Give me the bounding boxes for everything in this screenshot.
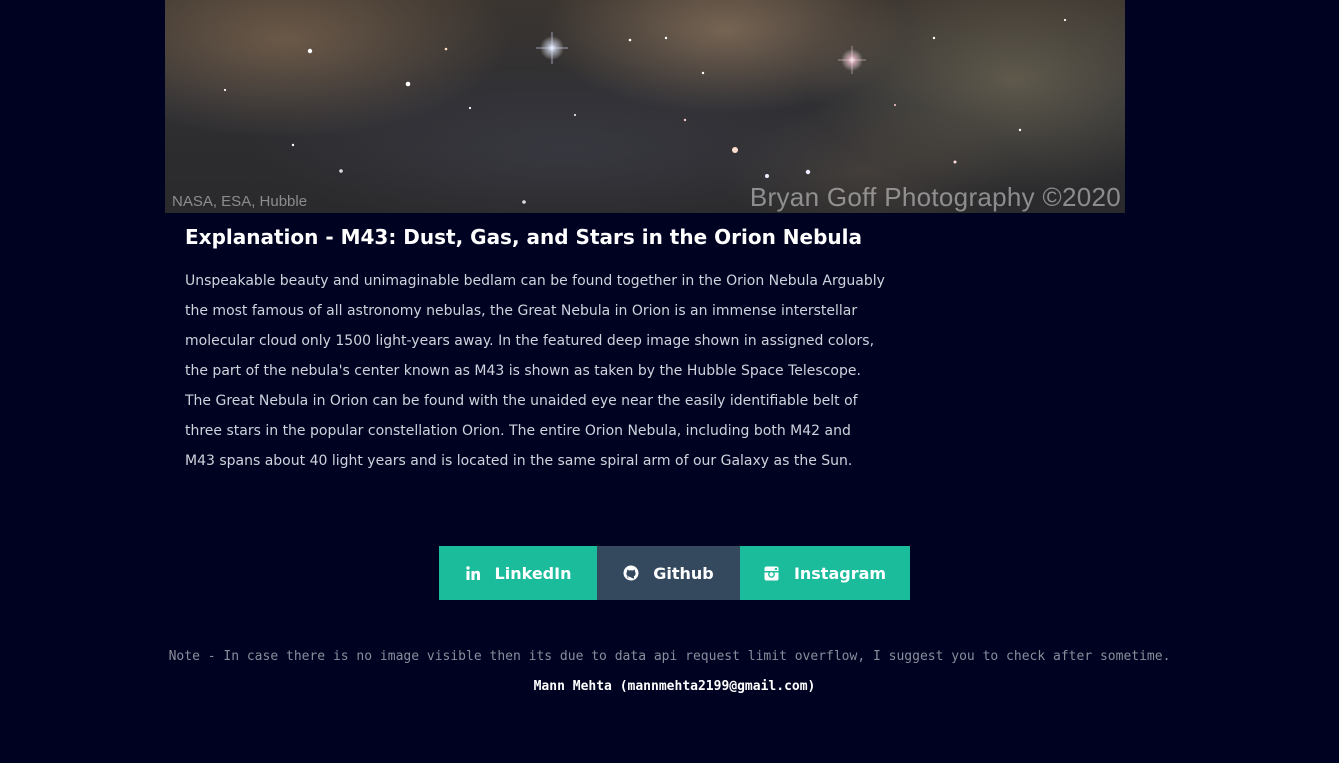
linkedin-icon	[465, 565, 481, 581]
page: NASA, ESA, Hubble Bryan Goff Photography…	[0, 0, 1339, 763]
explanation-title: Explanation - M43: Dust, Gas, and Stars …	[185, 225, 862, 249]
github-button[interactable]: Github	[597, 546, 740, 600]
linkedin-label: LinkedIn	[494, 563, 572, 583]
explanation-text: Unspeakable beauty and unimaginable bedl…	[185, 273, 885, 469]
image-credit-right: Bryan Goff Photography ©2020	[749, 182, 1121, 212]
linkedin-button[interactable]: LinkedIn	[439, 546, 597, 600]
github-label: Github	[653, 563, 714, 583]
author-credit: Mann Mehta (mannmehta2199@gmail.com)	[533, 679, 816, 694]
instagram-label: Instagram	[793, 563, 887, 583]
image-credit-left: NASA, ESA, Hubble	[172, 193, 308, 210]
github-icon	[623, 565, 639, 581]
social-links: LinkedIn Github Instagram	[439, 546, 910, 600]
api-limit-note: Note - In case there is no image visible…	[168, 649, 1171, 664]
instagram-button[interactable]: Instagram	[740, 546, 910, 600]
explanation-section: Explanation - M43: Dust, Gas, and Stars …	[185, 222, 885, 476]
instagram-icon	[764, 565, 780, 581]
apod-image: NASA, ESA, Hubble Bryan Goff Photography…	[165, 0, 1125, 213]
